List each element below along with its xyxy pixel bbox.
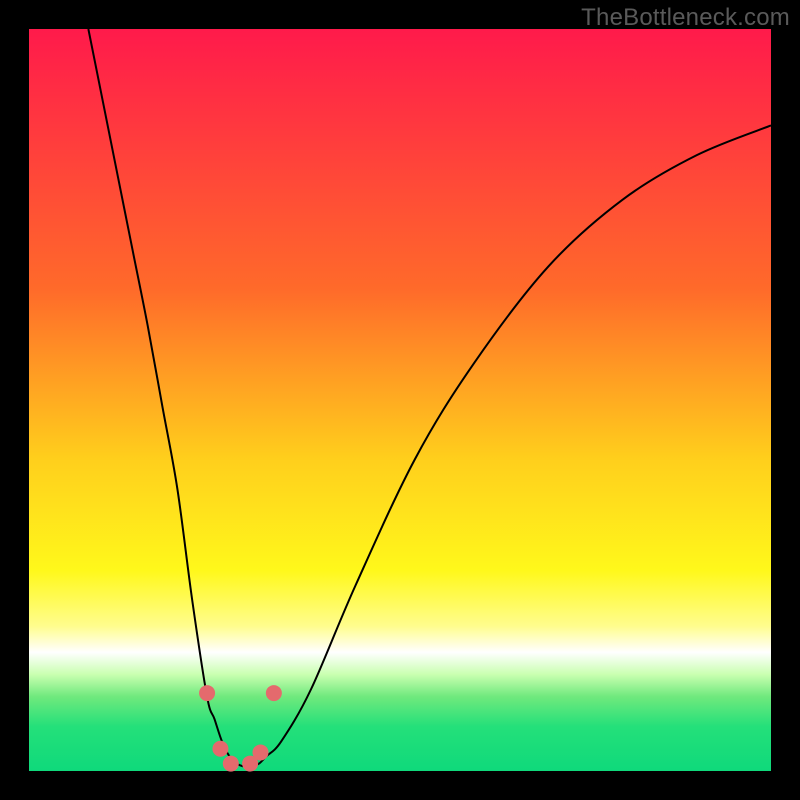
chart-svg (29, 29, 771, 771)
bottleneck-curve (88, 29, 771, 767)
watermark-text: TheBottleneck.com (581, 4, 790, 32)
curve-marker (199, 685, 215, 701)
chart-plot-area (29, 29, 771, 771)
curve-marker (266, 685, 282, 701)
curve-markers (199, 685, 282, 771)
curve-marker (212, 741, 228, 757)
curve-marker (253, 744, 269, 760)
curve-marker (223, 756, 239, 772)
